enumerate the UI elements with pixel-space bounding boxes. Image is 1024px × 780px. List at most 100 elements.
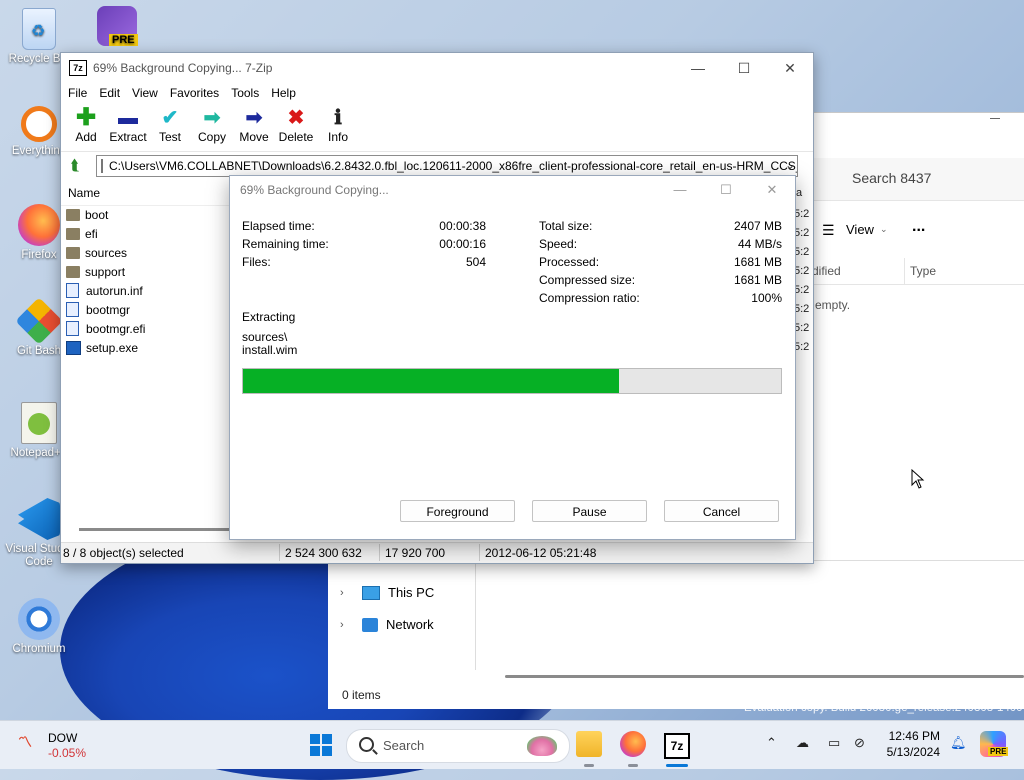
file-icon	[66, 302, 79, 317]
menu-tools[interactable]: Tools	[230, 86, 266, 100]
compression-ratio-value: 100%	[751, 291, 782, 305]
maximize-button[interactable]: ☐	[703, 176, 749, 204]
folder-up-icon[interactable]: ⮬	[66, 157, 84, 175]
status-size: 2 524 300 632	[285, 546, 362, 560]
display-icon[interactable]: ▭	[828, 735, 840, 751]
explorer-horizontal-scrollbar[interactable]	[505, 675, 1024, 678]
more-options-button[interactable]: ...	[912, 218, 925, 236]
column-name-header[interactable]: Name	[61, 181, 238, 206]
monitor-icon	[362, 585, 380, 600]
minimize-button[interactable]: —	[657, 176, 703, 204]
close-button[interactable]: ✕	[749, 176, 795, 204]
foreground-button[interactable]: Foreground	[400, 500, 515, 522]
nav-item-network[interactable]: › Network	[340, 617, 434, 632]
taskbar-search[interactable]: Search	[346, 729, 570, 763]
status-selected: 8 / 8 object(s) selected	[63, 546, 184, 560]
add-button[interactable]: ✚ Add	[65, 103, 107, 151]
list-item[interactable]: setup.exe	[66, 338, 145, 357]
copy-button[interactable]: ➡ Copy	[191, 103, 233, 151]
copy-icon: ➡	[203, 107, 221, 129]
peek-time: 5:2	[794, 246, 810, 258]
pause-button[interactable]: Pause	[532, 500, 647, 522]
notification-bell-icon[interactable]: 🔔︎	[950, 735, 967, 751]
horizontal-scrollbar[interactable]	[79, 528, 229, 531]
view-menu-button[interactable]: View	[846, 222, 874, 237]
everything-search-icon	[21, 106, 57, 142]
chevron-down-icon[interactable]: ⌄	[785, 158, 795, 172]
extract-button[interactable]: ▬ Extract	[107, 103, 149, 151]
column-divider	[904, 258, 905, 284]
status-bar: 8 / 8 object(s) selected 2 524 300 632 1…	[61, 542, 813, 563]
column-modified[interactable]: dified	[812, 264, 841, 278]
desktop-icon-chromium[interactable]: Chromium	[4, 598, 74, 655]
menu-edit[interactable]: Edit	[98, 86, 127, 100]
progress-bar-fill	[243, 369, 619, 393]
system-clock[interactable]: 12:46 PM 5/13/2024	[870, 728, 940, 760]
address-path: C:\Users\VM6.COLLABNET\Downloads\6.2.843…	[109, 159, 798, 173]
menu-help[interactable]: Help	[270, 86, 303, 100]
network-status-icon[interactable]: ⊘	[854, 735, 865, 751]
peek-column-header: a	[796, 187, 803, 199]
test-button[interactable]: ✔ Test	[149, 103, 191, 151]
evaluation-watermark: Evaluation copy. Build 26080.ge_release.…	[744, 702, 1023, 714]
address-bar: ⮬ C:\Users\VM6.COLLABNET\Downloads\6.2.8…	[61, 155, 813, 177]
explorer-minimize-icon[interactable]	[990, 118, 1000, 119]
address-field[interactable]: C:\Users\VM6.COLLABNET\Downloads\6.2.843…	[96, 155, 798, 177]
peek-time: 5:2	[794, 208, 810, 220]
speed-value: 44 MB/s	[737, 237, 782, 251]
list-item[interactable]: autorun.inf	[66, 281, 145, 300]
list-item[interactable]: boot	[66, 205, 145, 224]
menu-favorites[interactable]: Favorites	[169, 86, 226, 100]
chromium-icon	[18, 598, 60, 640]
stock-widget[interactable]: 〽 DOW -0.05%	[18, 731, 86, 761]
folder-icon	[66, 208, 80, 221]
progress-dialog-titlebar[interactable]: 69% Background Copying... — ☐ ✕	[230, 176, 795, 204]
progress-dialog[interactable]: 69% Background Copying... — ☐ ✕ Elapsed …	[229, 175, 796, 540]
add-icon: ✚	[75, 104, 97, 131]
explorer-navigation-pane	[328, 560, 1024, 709]
menu-view[interactable]: View	[131, 86, 165, 100]
peek-time: 5:2	[794, 284, 810, 296]
cancel-button[interactable]: Cancel	[664, 500, 779, 522]
list-item[interactable]: support	[66, 262, 145, 281]
current-file: install.wim	[242, 343, 298, 357]
file-explorer-icon[interactable]	[576, 731, 602, 757]
info-button[interactable]: ℹ Info	[317, 103, 359, 151]
compression-ratio-label: Compression ratio:	[539, 291, 640, 305]
taskbar-search-label: Search	[383, 738, 425, 753]
list-item[interactable]: sources	[66, 243, 145, 262]
move-button[interactable]: ➡ Move	[233, 103, 275, 151]
firefox-taskbar-icon[interactable]	[620, 731, 646, 757]
list-item[interactable]: bootmgr	[66, 300, 145, 319]
close-button[interactable]: ✕	[767, 53, 813, 83]
start-button[interactable]	[310, 734, 332, 756]
total-size-value: 2407 MB	[733, 219, 782, 233]
move-icon: ➡	[245, 107, 263, 129]
column-type[interactable]: Type	[910, 264, 936, 278]
maximize-button[interactable]: ☐	[721, 53, 767, 83]
list-item[interactable]: efi	[66, 224, 145, 243]
chevron-right-icon: ›	[340, 586, 344, 599]
list-item[interactable]: bootmgr.efi	[66, 319, 145, 338]
7zip-titlebar[interactable]: 7z 69% Background Copying... 7-Zip — ☐ ✕	[61, 53, 813, 83]
status-divider	[379, 544, 380, 561]
nav-item-this-pc[interactable]: › This PC	[340, 585, 434, 600]
firefox-icon	[18, 204, 60, 246]
delete-button[interactable]: ✖ Delete	[275, 103, 317, 151]
7zip-window-title: 69% Background Copying... 7-Zip	[93, 61, 273, 75]
explorer-search-box[interactable]: Search 8437	[812, 158, 1024, 201]
copilot-icon[interactable]: PRE	[980, 731, 1009, 757]
peek-time: 5:2	[794, 303, 810, 315]
explorer-empty-message: empty.	[815, 298, 851, 312]
chevron-down-icon: ⌄	[880, 224, 888, 234]
folder-icon	[66, 246, 80, 259]
minimize-button[interactable]: —	[675, 53, 721, 83]
notepad-plus-plus-icon	[21, 402, 57, 444]
menu-file[interactable]: File	[67, 86, 94, 100]
chevron-up-icon[interactable]: ⌃	[766, 735, 777, 751]
stock-change: -0.05%	[48, 746, 87, 760]
cloud-offline-icon[interactable]: ☁	[796, 735, 809, 751]
progress-bar	[242, 368, 782, 394]
desktop-icon-visual-studio-preview[interactable]: PRE	[82, 6, 152, 49]
7zip-taskbar-icon[interactable]: 7z	[664, 733, 690, 759]
